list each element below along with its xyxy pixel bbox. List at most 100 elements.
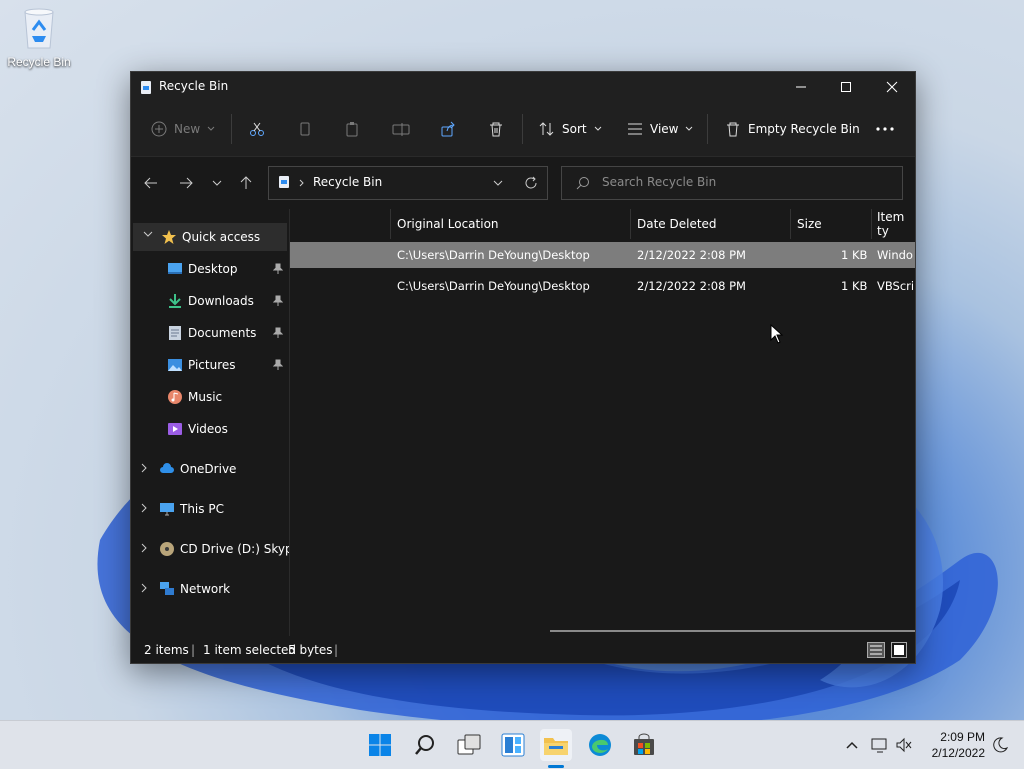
share-button[interactable] bbox=[440, 118, 456, 140]
delete-button[interactable] bbox=[488, 118, 504, 140]
document-icon bbox=[169, 326, 181, 340]
pin-icon[interactable] bbox=[273, 295, 283, 307]
nav-pictures[interactable]: Pictures bbox=[131, 351, 287, 379]
chevron-down-icon bbox=[143, 231, 153, 237]
trash-icon bbox=[727, 122, 739, 137]
clock-date: 2/12/2022 bbox=[931, 746, 985, 760]
new-label: New bbox=[174, 122, 201, 136]
nav-downloads[interactable]: Downloads bbox=[131, 287, 287, 315]
maximize-button[interactable] bbox=[823, 72, 869, 102]
nav-network[interactable]: Network bbox=[131, 575, 287, 603]
chevron-right-icon[interactable] bbox=[141, 463, 147, 473]
column-divider[interactable] bbox=[390, 209, 391, 239]
nav-onedrive[interactable]: OneDrive bbox=[131, 455, 287, 483]
minimize-icon bbox=[796, 86, 806, 88]
start-button[interactable] bbox=[364, 729, 396, 761]
address-bar[interactable]: Recycle Bin bbox=[268, 166, 548, 200]
system-clock[interactable]: 2:09 PM 2/12/2022 bbox=[915, 729, 985, 761]
chevron-right-icon bbox=[299, 179, 304, 187]
nav-label: Downloads bbox=[188, 294, 254, 308]
forward-button[interactable] bbox=[176, 173, 196, 193]
widgets-button[interactable] bbox=[497, 729, 529, 761]
copy-button[interactable] bbox=[297, 118, 313, 140]
table-row[interactable]: C:\Users\Darrin DeYoung\Desktop 2/12/202… bbox=[290, 242, 915, 268]
store-taskbar-button[interactable] bbox=[628, 729, 660, 761]
column-divider[interactable] bbox=[871, 209, 872, 239]
widgets-icon bbox=[501, 733, 525, 757]
nav-this-pc[interactable]: This PC bbox=[131, 495, 287, 523]
recent-locations-button[interactable] bbox=[207, 173, 227, 193]
column-label: Date Deleted bbox=[637, 217, 717, 231]
new-button[interactable]: New bbox=[151, 118, 215, 140]
chevron-right-icon[interactable] bbox=[141, 503, 147, 513]
nav-desktop[interactable]: Desktop bbox=[131, 255, 287, 283]
empty-recycle-bin-button[interactable]: Empty Recycle Bin bbox=[725, 118, 860, 140]
column-divider[interactable] bbox=[630, 209, 631, 239]
moon-icon bbox=[993, 737, 1008, 753]
toolbar-separator bbox=[231, 114, 232, 144]
more-options-button[interactable] bbox=[876, 118, 894, 140]
chevron-right-icon[interactable] bbox=[141, 543, 147, 553]
nav-label: This PC bbox=[180, 502, 224, 516]
nav-label: Desktop bbox=[188, 262, 238, 276]
windows-logo-icon bbox=[369, 734, 391, 756]
status-item-count: 2 items bbox=[144, 643, 189, 657]
sort-button[interactable]: Sort bbox=[539, 118, 602, 140]
task-view-button[interactable] bbox=[453, 729, 485, 761]
desktop-recycle-bin[interactable]: Recycle Bin bbox=[4, 6, 74, 69]
recycle-bin-icon bbox=[279, 176, 289, 188]
chevron-right-icon[interactable] bbox=[141, 583, 147, 593]
file-explorer-taskbar-button[interactable] bbox=[540, 729, 572, 761]
pin-icon[interactable] bbox=[273, 263, 283, 275]
task-view-icon bbox=[457, 734, 481, 755]
paste-button[interactable] bbox=[344, 118, 360, 140]
column-divider[interactable] bbox=[790, 209, 791, 239]
sort-icon bbox=[539, 122, 554, 136]
title-bar[interactable]: Recycle Bin bbox=[131, 72, 915, 102]
rename-button[interactable] bbox=[392, 118, 410, 140]
nav-documents[interactable]: Documents bbox=[131, 319, 287, 347]
nav-cd-drive[interactable]: CD Drive (D:) SkypeX bbox=[131, 535, 289, 563]
arrow-up-icon bbox=[240, 176, 252, 189]
table-row[interactable]: C:\Users\Darrin DeYoung\Desktop 2/12/202… bbox=[290, 273, 915, 299]
refresh-icon[interactable] bbox=[524, 176, 538, 190]
chevron-up-icon bbox=[846, 741, 858, 749]
search-box[interactable]: Search Recycle Bin bbox=[561, 166, 903, 200]
minimize-button[interactable] bbox=[778, 72, 824, 102]
large-icons-view-icon[interactable] bbox=[891, 642, 907, 658]
column-label: Original Location bbox=[397, 217, 499, 231]
column-header-size[interactable]: Size bbox=[797, 209, 867, 239]
edge-browser-icon bbox=[589, 734, 611, 756]
chevron-down-icon[interactable] bbox=[493, 180, 503, 186]
more-icon bbox=[876, 127, 894, 131]
pin-icon[interactable] bbox=[273, 359, 283, 371]
pin-icon[interactable] bbox=[273, 327, 283, 339]
back-button[interactable] bbox=[141, 173, 161, 193]
column-header-date-deleted[interactable]: Date Deleted bbox=[637, 209, 787, 239]
column-header-item-type[interactable]: Item ty bbox=[877, 209, 915, 239]
details-view-icon[interactable] bbox=[867, 642, 885, 658]
nav-music[interactable]: Music bbox=[131, 383, 287, 411]
recycle-bin-icon bbox=[24, 8, 54, 49]
cell-size: 1 KB bbox=[841, 279, 868, 293]
column-header-original-location[interactable]: Original Location bbox=[397, 209, 627, 239]
close-button[interactable] bbox=[869, 72, 915, 102]
view-button[interactable]: View bbox=[627, 118, 693, 140]
column-label: Item ty bbox=[877, 210, 905, 238]
address-row: Recycle Bin Search Recycle Bin bbox=[131, 156, 915, 209]
up-button[interactable] bbox=[236, 173, 256, 193]
nav-videos[interactable]: Videos bbox=[131, 415, 287, 443]
search-icon bbox=[576, 177, 589, 190]
horizontal-scrollbar[interactable] bbox=[550, 630, 915, 632]
search-taskbar-button[interactable] bbox=[409, 729, 441, 761]
edge-taskbar-button[interactable] bbox=[584, 729, 616, 761]
cut-button[interactable] bbox=[249, 118, 265, 140]
cell-location: C:\Users\Darrin DeYoung\Desktop bbox=[397, 279, 590, 293]
navigation-pane: Quick access Desktop Downloads Documents… bbox=[131, 209, 289, 636]
focus-assist-button[interactable] bbox=[984, 729, 1016, 761]
share-icon bbox=[441, 121, 455, 137]
toolbar-separator bbox=[522, 114, 523, 144]
empty-recycle-bin-label: Empty Recycle Bin bbox=[748, 122, 860, 136]
nav-quick-access[interactable]: Quick access bbox=[133, 223, 287, 251]
status-selected: 1 item selected bbox=[203, 643, 297, 657]
